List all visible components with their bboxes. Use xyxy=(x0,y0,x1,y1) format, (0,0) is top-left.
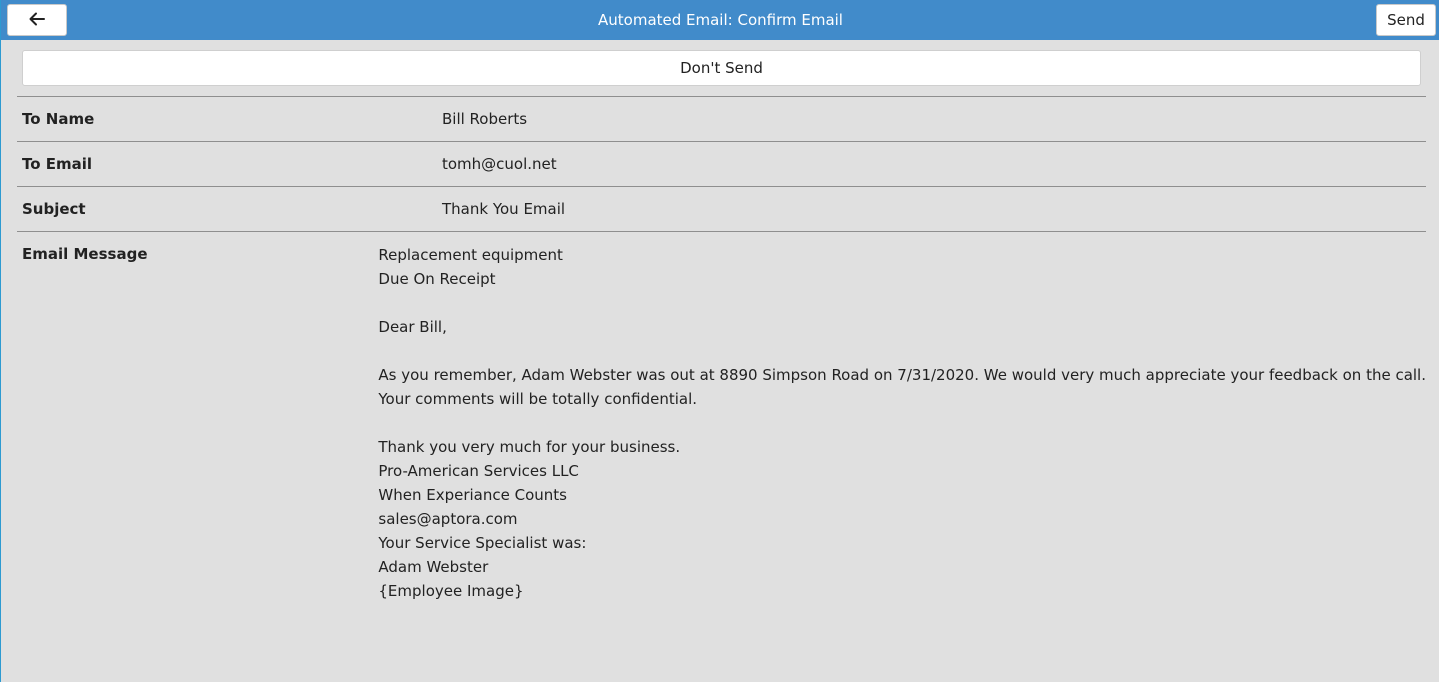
app-frame: Automated Email: Confirm Email Send Don'… xyxy=(0,0,1439,682)
message-line xyxy=(378,291,1426,315)
field-row-subject: Subject Thank You Email xyxy=(17,186,1426,231)
message-line: {Employee Image} xyxy=(378,582,524,600)
email-message-body: Replacement equipment Due On Receipt Dea… xyxy=(378,232,1426,603)
field-row-message: Email Message Replacement equipment Due … xyxy=(17,231,1426,603)
message-line: When Experiance Counts xyxy=(378,486,567,504)
message-line: sales@aptora.com xyxy=(378,510,518,528)
to-name-label: To Name xyxy=(22,110,95,128)
page-title: Automated Email: Confirm Email xyxy=(598,11,843,29)
send-button[interactable]: Send xyxy=(1376,4,1436,36)
message-line xyxy=(378,411,1426,435)
message-line: Your Service Specialist was: xyxy=(378,534,587,552)
header-bar: Automated Email: Confirm Email Send xyxy=(1,0,1439,40)
dont-send-button[interactable]: Don't Send xyxy=(22,50,1421,86)
field-row-to-email: To Email tomh@cuol.net xyxy=(17,141,1426,186)
email-message-label: Email Message xyxy=(22,245,148,263)
field-row-to-name: To Name Bill Roberts xyxy=(17,96,1426,141)
subject-label: Subject xyxy=(22,200,86,218)
message-line: Due On Receipt xyxy=(378,270,496,288)
to-email-label: To Email xyxy=(22,155,93,173)
message-line: Thank you very much for your business. xyxy=(378,438,681,456)
message-line: As you remember, Adam Webster was out at… xyxy=(378,366,1426,384)
message-line: Replacement equipment xyxy=(378,246,563,264)
subject-value: Thank You Email xyxy=(442,200,566,218)
message-line: Pro-American Services LLC xyxy=(378,462,579,480)
email-fields: To Name Bill Roberts To Email tomh@cuol.… xyxy=(17,96,1426,603)
to-email-value: tomh@cuol.net xyxy=(442,155,557,173)
to-name-value: Bill Roberts xyxy=(442,110,528,128)
message-line: Adam Webster xyxy=(378,558,489,576)
message-line xyxy=(378,339,1426,363)
message-line: Your comments will be totally confidenti… xyxy=(378,390,698,408)
message-line: Dear Bill, xyxy=(378,318,447,336)
